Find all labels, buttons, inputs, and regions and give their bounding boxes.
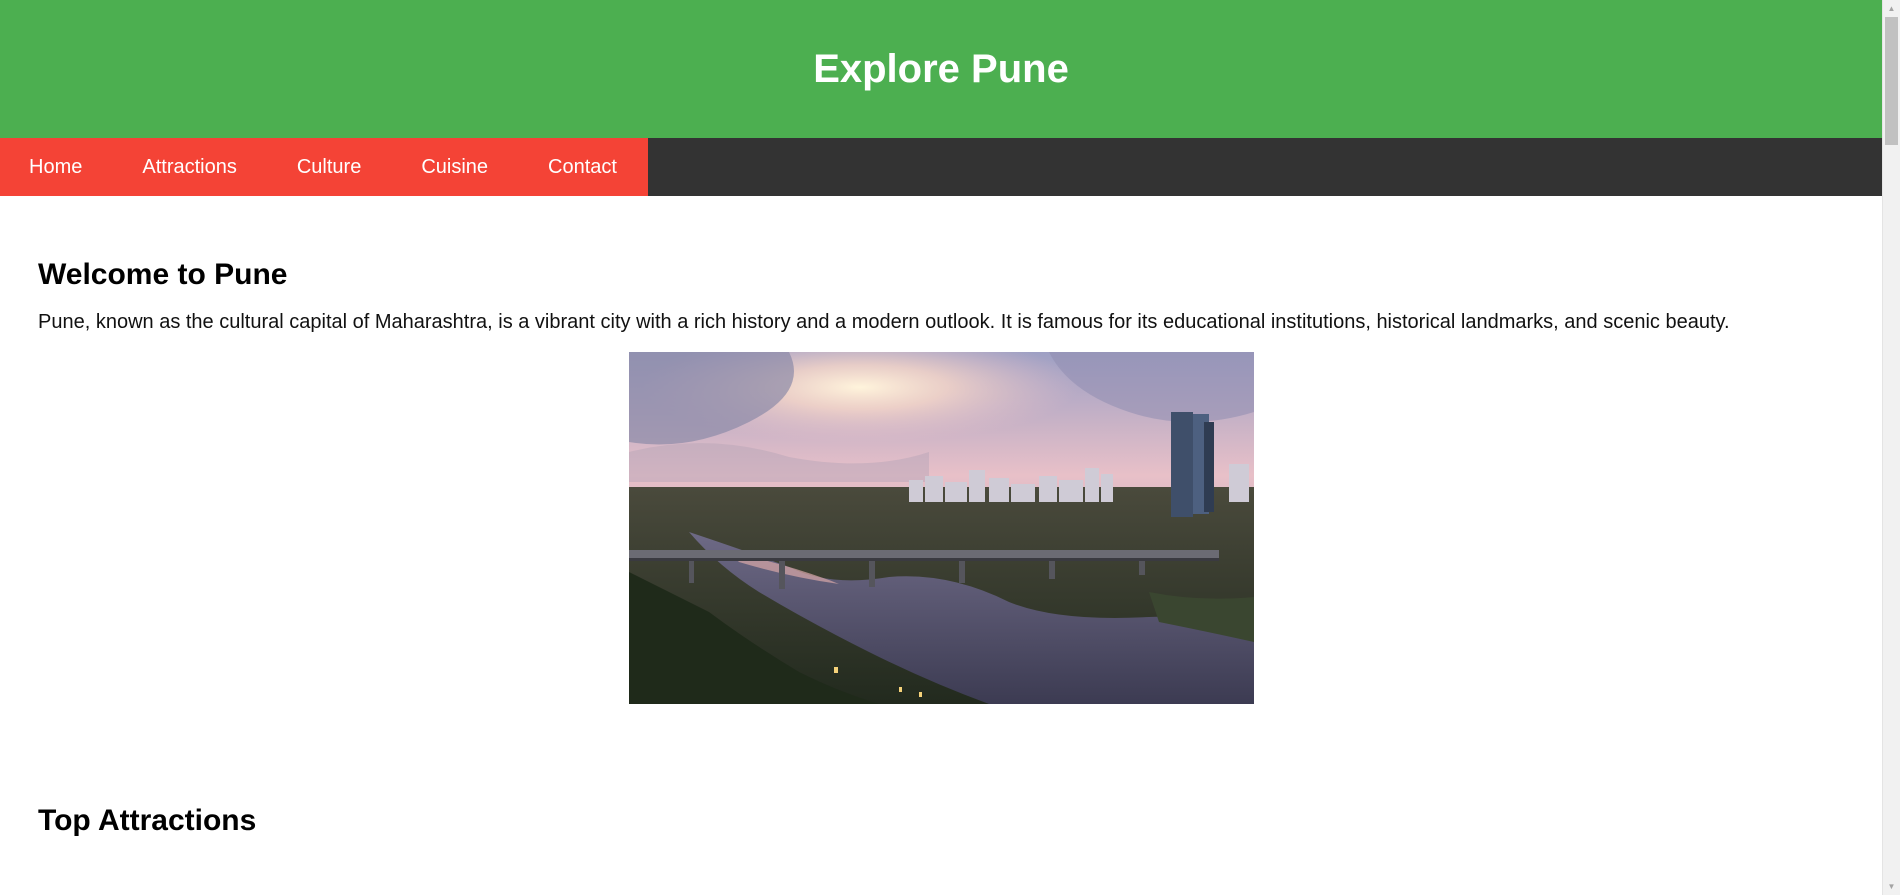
welcome-section: Welcome to Pune Pune, known as the cultu… [38, 196, 1844, 704]
attractions-section: Top Attractions [38, 704, 1844, 838]
main-nav: Home Attractions Culture Cuisine Contact [0, 138, 1882, 196]
nav-links: Home Attractions Culture Cuisine Contact [0, 138, 648, 196]
pune-skyline-photo [628, 352, 1254, 704]
scroll-up-icon[interactable]: ▲ [1883, 0, 1900, 17]
nav-link-cuisine[interactable]: Cuisine [391, 138, 518, 196]
welcome-text: Pune, known as the cultural capital of M… [38, 311, 1730, 333]
nav-link-culture[interactable]: Culture [267, 138, 391, 196]
main-content: Welcome to Pune Pune, known as the cultu… [0, 196, 1882, 838]
nav-link-contact[interactable]: Contact [518, 138, 648, 196]
nav-link-attractions[interactable]: Attractions [112, 138, 266, 196]
site-title: Explore Pune [813, 46, 1069, 91]
page: Explore Pune Home Attractions Culture Cu… [0, 0, 1882, 895]
welcome-heading: Welcome to Pune [38, 258, 288, 291]
site-header: Explore Pune [0, 0, 1882, 138]
attractions-heading: Top Attractions [38, 804, 257, 837]
vertical-scrollbar[interactable]: ▲ ▼ [1882, 0, 1900, 895]
scroll-down-icon[interactable]: ▼ [1883, 878, 1900, 895]
nav-link-home[interactable]: Home [0, 138, 112, 196]
hero-image-wrapper [38, 352, 1844, 704]
scrollbar-thumb[interactable] [1885, 17, 1898, 145]
